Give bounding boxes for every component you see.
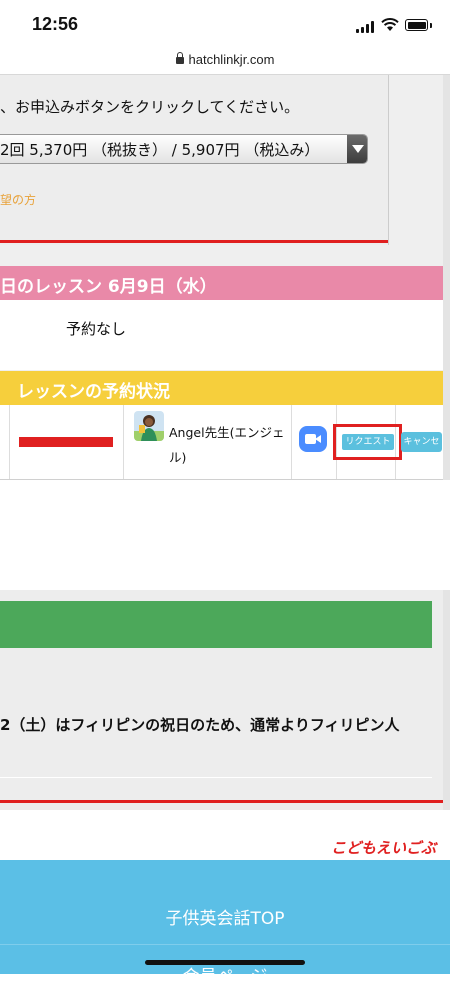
divider [0, 944, 450, 945]
wifi-icon [381, 18, 399, 31]
hope-link[interactable]: 望の方 [0, 191, 36, 208]
status-time: 12:56 [32, 14, 79, 34]
cellular-signal-icon [356, 21, 376, 33]
reservation-status-title: レッスンの予約状況 [17, 382, 170, 402]
spacer [0, 480, 450, 590]
today-lesson-status: 予約なし [66, 320, 127, 338]
footer-link-top[interactable]: 子供英会話TOP [0, 904, 450, 929]
zoom-video-icon[interactable] [299, 426, 327, 452]
booking-instruction: 、お申込みボタンをクリックしてください。 [0, 98, 300, 116]
page-gutter [443, 75, 450, 810]
plan-select-value: 2回 5,370円 （税抜き） / 5,907円 （税込み） [0, 141, 320, 159]
divider-red [0, 240, 388, 243]
lock-icon [175, 52, 184, 64]
table-cell-border [9, 405, 10, 479]
redacted-date [19, 437, 113, 447]
divider [0, 777, 432, 778]
teacher-name[interactable]: Angel先生(エンジェル) [169, 420, 294, 470]
request-highlight-box [333, 424, 402, 460]
home-indicator[interactable] [145, 960, 305, 965]
today-lesson-title: 日のレッスン 6月9日（水） [0, 277, 217, 297]
brand-logo[interactable]: こどもえいごぶ [331, 837, 436, 858]
divider-red [0, 800, 443, 803]
cancel-button[interactable]: キャンセル [401, 432, 442, 452]
battery-icon [405, 19, 428, 31]
holiday-notice: 2（土）はフィリピンの祝日のため、通常よりフィリピン人 [0, 716, 400, 734]
url-text: hatchlinkjr.com [188, 52, 275, 67]
news-header [0, 601, 432, 648]
chevron-down-icon [352, 145, 364, 153]
battery-nub [430, 23, 432, 28]
table-cell-border [123, 405, 124, 479]
footer-link-member[interactable]: 会員ページ [0, 962, 450, 987]
teacher-avatar [134, 411, 164, 441]
url-display[interactable]: hatchlinkjr.com [0, 52, 450, 67]
